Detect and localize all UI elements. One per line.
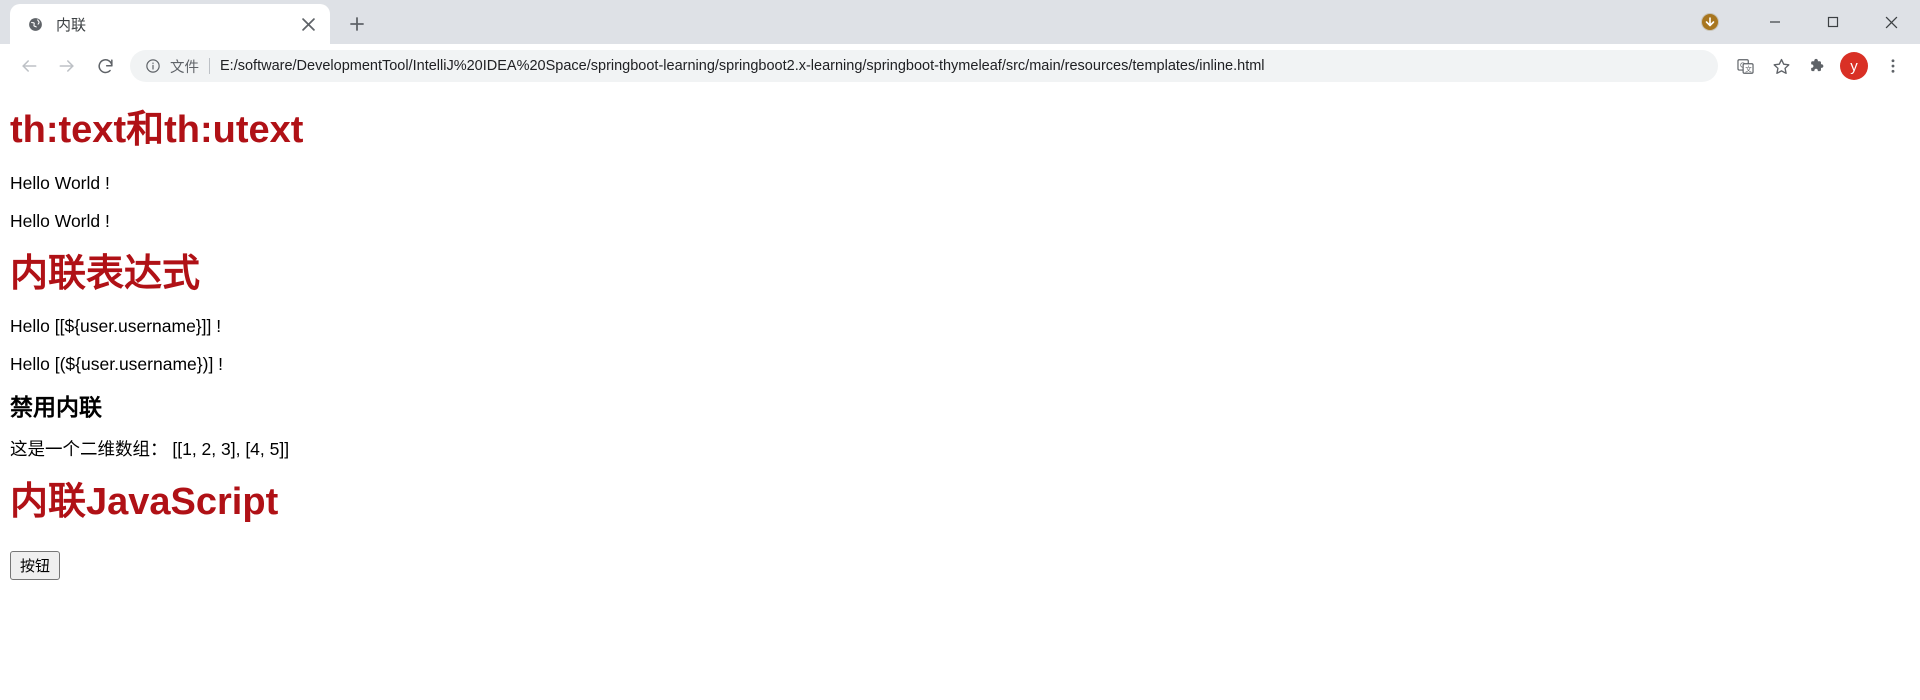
translate-icon[interactable]: G 文 bbox=[1728, 49, 1762, 83]
close-icon[interactable] bbox=[296, 12, 320, 36]
tab-strip: 内联 bbox=[0, 0, 1920, 44]
minimize-icon[interactable] bbox=[1746, 0, 1804, 44]
extensions-puzzle-icon[interactable] bbox=[1800, 49, 1834, 83]
globe-icon bbox=[26, 15, 44, 33]
text-line-escaped-inline: Hello [[${user.username}]] ! bbox=[10, 316, 222, 337]
section-heading-disable-inline: 禁用内联 bbox=[10, 394, 102, 421]
avatar[interactable]: y bbox=[1840, 52, 1868, 80]
svg-text:文: 文 bbox=[1745, 64, 1752, 73]
bookmark-star-icon[interactable] bbox=[1764, 49, 1798, 83]
browser-tab[interactable]: 内联 bbox=[10, 4, 330, 44]
forward-icon[interactable] bbox=[48, 47, 86, 85]
window-controls bbox=[1746, 0, 1920, 44]
tab-title: 内联 bbox=[56, 16, 87, 34]
alert-button[interactable]: 按钮 bbox=[10, 551, 61, 581]
chrome-menu-icon[interactable] bbox=[1876, 49, 1910, 83]
browser-toolbar: 文件 E:/software/DevelopmentTool/IntelliJ%… bbox=[0, 44, 1920, 88]
info-circle-icon[interactable] bbox=[144, 57, 162, 75]
browser-window: 内联 文件 E:/software/DevelopmentTool/Intell… bbox=[0, 0, 1920, 700]
text-line-hello-world-1: Hello World ! bbox=[10, 172, 110, 193]
maximize-icon[interactable] bbox=[1804, 0, 1862, 44]
section-heading-inline-expression: 内联表达式 bbox=[10, 252, 201, 295]
text-line-hello-world-2: Hello World ! bbox=[10, 210, 110, 231]
url-scheme-label: 文件 bbox=[170, 59, 199, 76]
omnibox-divider bbox=[209, 58, 210, 74]
page-viewport: th:text和th:utext Hello World ! Hello Wor… bbox=[0, 88, 1920, 700]
text-line-two-dim-array: 这是一个二维数组： [[1, 2, 3], [4, 5]] bbox=[10, 439, 290, 460]
update-available-icon[interactable] bbox=[1696, 8, 1724, 36]
text-line-unescaped-inline: Hello [(${user.username})] ! bbox=[10, 354, 224, 375]
section-heading-th-text: th:text和th:utext bbox=[10, 109, 304, 151]
page-content: th:text和th:utext Hello World ! Hello Wor… bbox=[10, 88, 1910, 581]
close-window-icon[interactable] bbox=[1862, 0, 1920, 44]
address-bar[interactable]: 文件 E:/software/DevelopmentTool/IntelliJ%… bbox=[130, 50, 1718, 82]
back-icon[interactable] bbox=[10, 47, 48, 85]
new-tab-button[interactable] bbox=[340, 7, 374, 41]
section-heading-inline-javascript: 内联JavaScript bbox=[10, 481, 279, 524]
reload-icon[interactable] bbox=[86, 47, 124, 85]
url-text: E:/software/DevelopmentTool/IntelliJ%20I… bbox=[220, 58, 1265, 74]
